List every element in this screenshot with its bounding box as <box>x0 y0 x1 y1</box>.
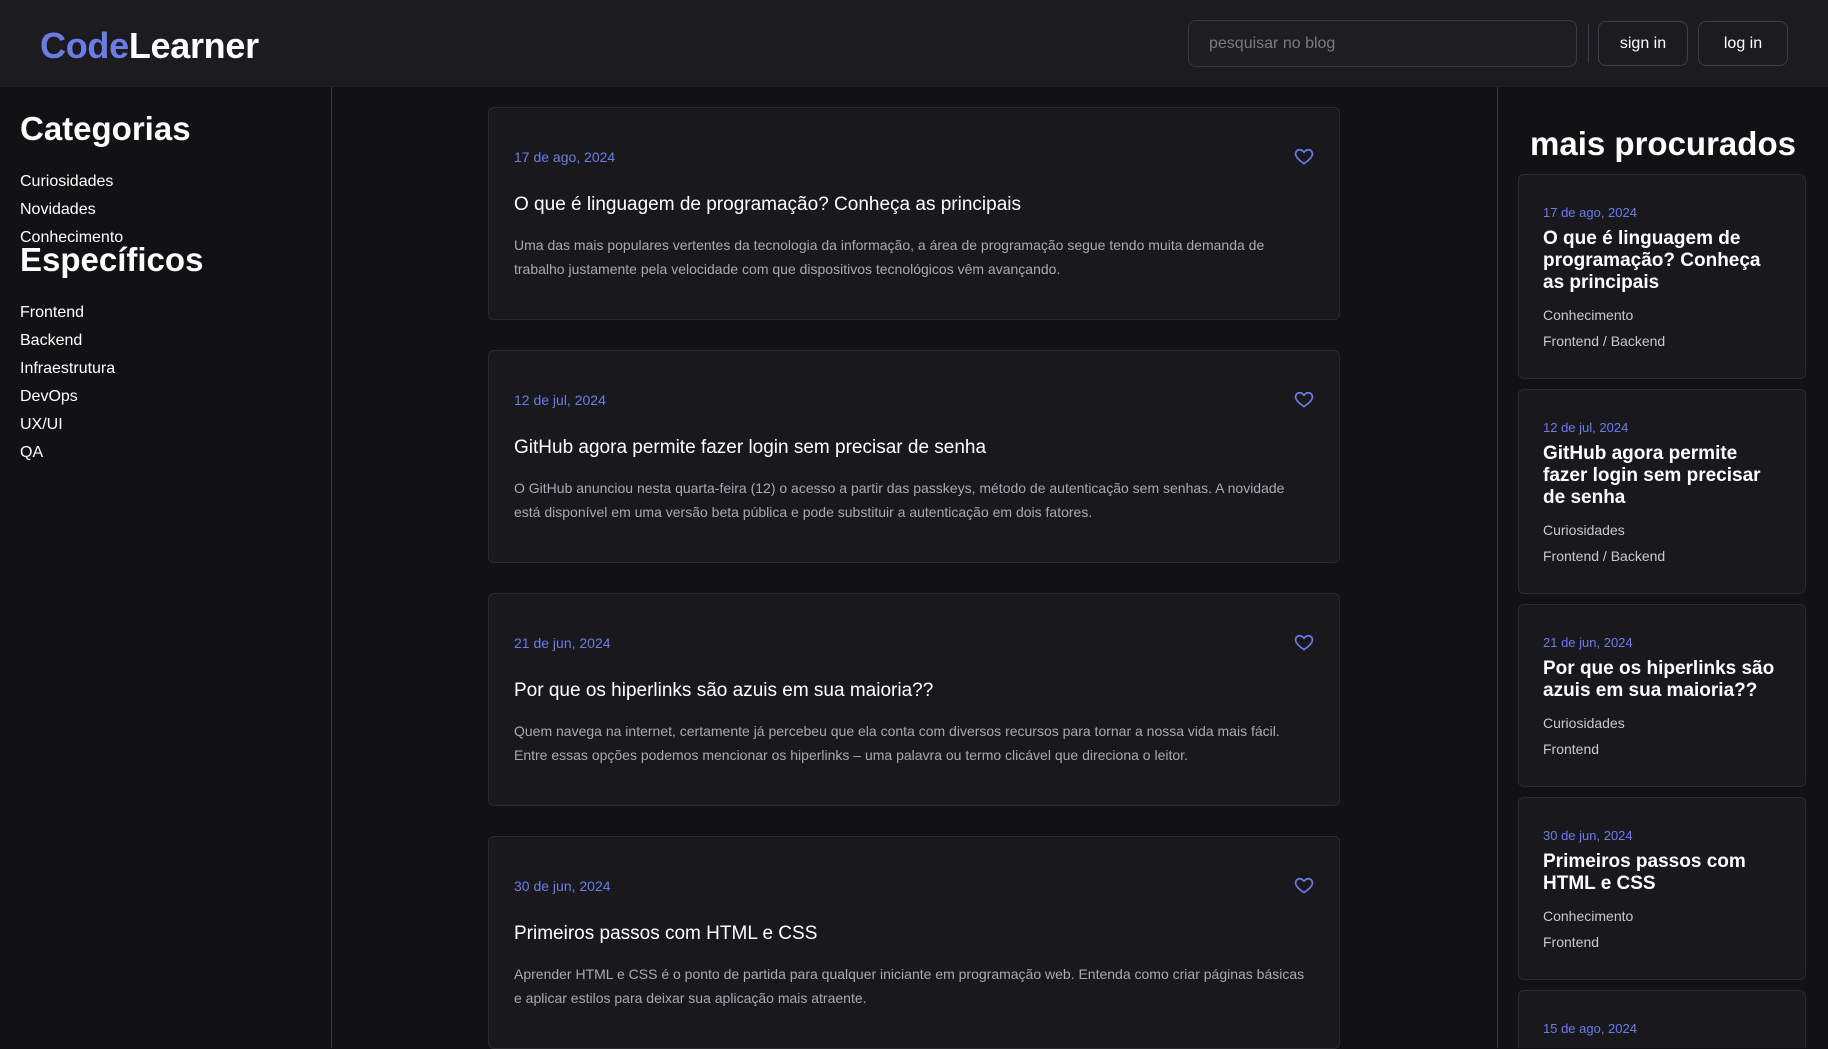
popular-item-tags: Frontend / Backend <box>1543 333 1666 349</box>
log-in-button[interactable]: log in <box>1698 21 1788 66</box>
heart-icon[interactable] <box>1294 632 1314 652</box>
popular-item-title[interactable]: GitHub agora permite fazer login sem pre… <box>1543 443 1783 509</box>
popular-item[interactable]: 12 de jul, 2024 GitHub agora permite faz… <box>1518 389 1806 594</box>
post-title[interactable]: GitHub agora permite fazer login sem pre… <box>514 437 986 459</box>
logo[interactable]: CodeLearner <box>40 25 259 67</box>
post-excerpt: Aprender HTML e CSS é o ponto de partida… <box>514 966 1305 1006</box>
popular-heading: mais procurados <box>1530 125 1796 162</box>
popular-item-date: 15 de ago, 2024 <box>1543 1021 1637 1036</box>
popular-item-date: 30 de jun, 2024 <box>1543 828 1633 843</box>
popular-item-date: 21 de jun, 2024 <box>1543 635 1633 650</box>
search-input[interactable] <box>1188 20 1577 67</box>
popular-item[interactable]: 15 de ago, 2024 <box>1518 990 1806 1048</box>
post-card[interactable]: 12 de jul, 2024 GitHub agora permite faz… <box>488 350 1340 563</box>
popular-item-tags: Frontend / Backend <box>1543 548 1666 564</box>
sidebar-item-qa[interactable]: QA <box>20 444 43 462</box>
popular-item-title[interactable]: Por que os hiperlinks são azuis em sua m… <box>1543 658 1783 702</box>
sidebar-item-backend[interactable]: Backend <box>20 332 82 350</box>
post-excerpt: Uma das mais populares vertentes da tecn… <box>514 237 1265 277</box>
post-date: 17 de ago, 2024 <box>514 149 616 165</box>
post-title[interactable]: Por que os hiperlinks são azuis em sua m… <box>514 680 933 702</box>
popular-item-title[interactable]: Primeiros passos com HTML e CSS <box>1543 851 1783 895</box>
popular-item-title[interactable]: O que é linguagem de programação? Conheç… <box>1543 228 1783 294</box>
heart-icon[interactable] <box>1294 389 1314 409</box>
logo-learner: Learner <box>128 25 259 66</box>
sidebar-item-devops[interactable]: DevOps <box>20 388 78 406</box>
sidebar-item-frontend[interactable]: Frontend <box>20 304 84 322</box>
post-title[interactable]: Primeiros passos com HTML e CSS <box>514 923 817 945</box>
heart-icon[interactable] <box>1294 146 1314 166</box>
sidebar-item-curiosidades[interactable]: Curiosidades <box>20 173 113 191</box>
popular-item-category: Conhecimento <box>1543 307 1634 323</box>
popular-sidebar: mais procurados 17 de ago, 2024 O que é … <box>1497 87 1828 1048</box>
popular-item[interactable]: 30 de jun, 2024 Primeiros passos com HTM… <box>1518 797 1806 980</box>
post-card[interactable]: 21 de jun, 2024 Por que os hiperlinks sã… <box>488 593 1340 806</box>
post-card[interactable]: 17 de ago, 2024 O que é linguagem de pro… <box>488 107 1340 320</box>
popular-item-date: 17 de ago, 2024 <box>1543 205 1637 220</box>
categories-heading: Categorias <box>20 110 191 147</box>
post-date: 12 de jul, 2024 <box>514 392 606 408</box>
post-card[interactable]: 30 de jun, 2024 Primeiros passos com HTM… <box>488 836 1340 1049</box>
header: CodeLearner sign in log in <box>0 0 1828 87</box>
sidebar-item-uxui[interactable]: UX/UI <box>20 416 63 434</box>
post-excerpt: O GitHub anunciou nesta quarta-feira (12… <box>514 480 1285 520</box>
popular-item-tags: Frontend <box>1543 741 1600 757</box>
popular-item-category: Curiosidades <box>1543 715 1625 731</box>
post-feed: 17 de ago, 2024 O que é linguagem de pro… <box>333 87 1496 1049</box>
sidebar-item-infraestrutura[interactable]: Infraestrutura <box>20 360 115 378</box>
specifics-heading: Específicos <box>20 241 204 278</box>
logo-code: Code <box>40 25 129 66</box>
post-date: 21 de jun, 2024 <box>514 635 611 651</box>
heart-icon[interactable] <box>1294 875 1314 895</box>
sidebar: Categorias Curiosidades Novidades Conhec… <box>0 87 332 1048</box>
popular-item-tags: Frontend <box>1543 934 1600 950</box>
popular-item-category: Curiosidades <box>1543 522 1625 538</box>
sign-in-button[interactable]: sign in <box>1598 21 1688 66</box>
popular-item[interactable]: 21 de jun, 2024 Por que os hiperlinks sã… <box>1518 604 1806 787</box>
post-excerpt: Quem navega na internet, certamente já p… <box>514 723 1280 763</box>
sidebar-item-novidades[interactable]: Novidades <box>20 201 96 219</box>
popular-item[interactable]: 17 de ago, 2024 O que é linguagem de pro… <box>1518 174 1806 379</box>
popular-item-date: 12 de jul, 2024 <box>1543 420 1629 435</box>
header-divider <box>1588 24 1589 63</box>
post-title[interactable]: O que é linguagem de programação? Conheç… <box>514 194 1021 216</box>
post-date: 30 de jun, 2024 <box>514 878 611 894</box>
popular-item-category: Conhecimento <box>1543 908 1634 924</box>
